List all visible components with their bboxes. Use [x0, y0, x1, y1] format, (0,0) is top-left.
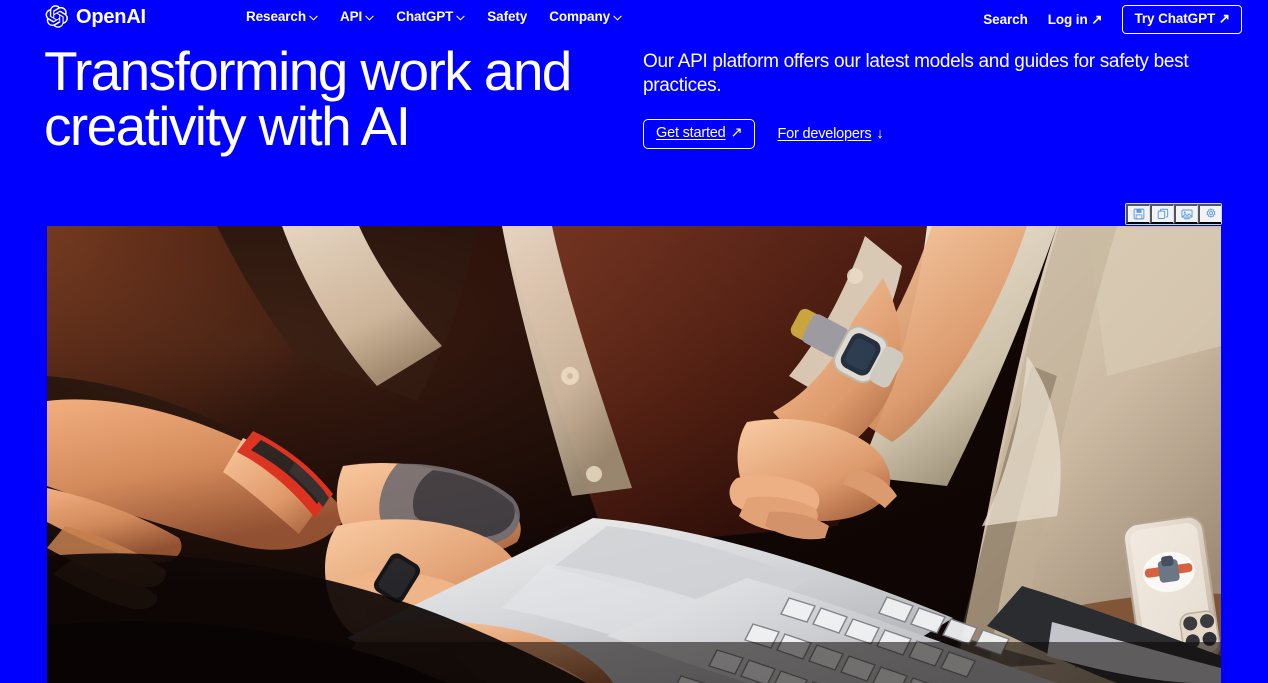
hero-cta-group: Get started ↗ For developers ↓ — [643, 119, 1223, 149]
nav-item-api[interactable]: API — [340, 8, 374, 24]
chevron-down-icon — [456, 9, 465, 24]
nav-item-research[interactable]: Research — [246, 8, 318, 24]
hero-description: Our API platform offers our latest model… — [643, 51, 1189, 96]
openai-logo-icon — [44, 4, 69, 29]
nav-item-label: Safety — [487, 8, 528, 24]
nav-item-label: ChatGPT — [396, 8, 454, 24]
brand-logo-link[interactable]: OpenAI — [44, 4, 146, 29]
try-chatgpt-label: Try ChatGPT ↗ — [1134, 11, 1230, 26]
hero-section: Transforming work and creativity with AI… — [0, 44, 1268, 209]
openai-homepage: OpenAI Research API ChatGPT Safety Compa… — [0, 0, 1268, 683]
gear-icon[interactable] — [1198, 204, 1221, 224]
login-label: Log in ↗ — [1047, 11, 1103, 27]
nav-item-label: API — [340, 8, 363, 24]
arrow-down-icon: ↓ — [876, 126, 884, 142]
login-link[interactable]: Log in ↗ — [1048, 12, 1103, 28]
chevron-down-icon — [613, 9, 622, 24]
main-navigation: Research API ChatGPT Safety Company — [246, 8, 622, 24]
hero-right-column: Our API platform offers our latest model… — [643, 50, 1223, 149]
nav-item-label: Research — [246, 8, 306, 24]
get-started-label: Get started — [656, 125, 726, 141]
for-developers-link[interactable]: For developers ↓ — [777, 126, 883, 142]
page-title: Transforming work and creativity with AI — [44, 40, 572, 157]
nav-item-safety[interactable]: Safety — [487, 9, 527, 24]
arrow-up-right-icon: ↗ — [730, 125, 743, 141]
try-chatgpt-button[interactable]: Try ChatGPT ↗ — [1122, 5, 1242, 34]
chevron-down-icon — [365, 9, 374, 24]
nav-item-chatgpt[interactable]: ChatGPT — [396, 8, 465, 24]
nav-item-label: Company — [549, 8, 611, 24]
header-actions: Search Log in ↗ Try ChatGPT ↗ — [983, 5, 1242, 34]
get-started-button[interactable]: Get started ↗ — [643, 119, 756, 149]
brand-name: OpenAI — [76, 5, 146, 28]
for-developers-label: For developers — [777, 126, 872, 142]
search-link[interactable]: Search — [983, 12, 1028, 27]
site-header: OpenAI Research API ChatGPT Safety Compa… — [0, 0, 1268, 36]
search-label: Search — [983, 12, 1028, 27]
copy-icon[interactable] — [1150, 204, 1174, 224]
save-icon[interactable] — [1126, 204, 1150, 224]
image-toolbar — [1125, 203, 1222, 225]
chevron-down-icon — [309, 9, 318, 24]
hero-photo — [47, 226, 1221, 683]
image-icon[interactable] — [1174, 204, 1198, 224]
nav-item-company[interactable]: Company — [549, 8, 622, 24]
